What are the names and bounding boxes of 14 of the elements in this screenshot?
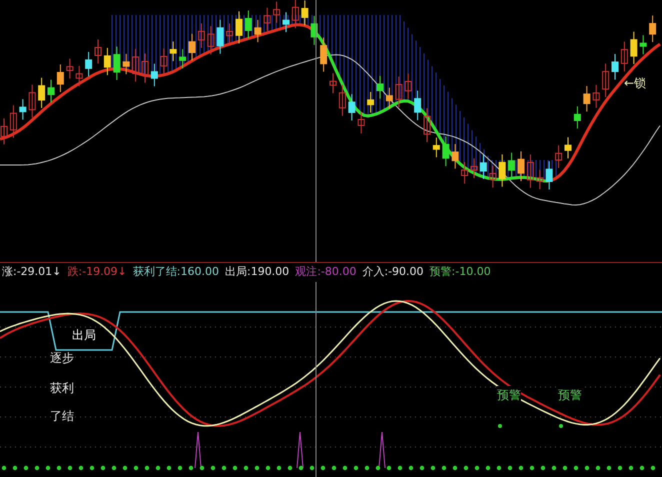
legend-entry: 涨:-29.01↓ bbox=[2, 264, 62, 280]
signal-label: 预警 bbox=[497, 386, 521, 404]
marker-label: ←锁 bbox=[624, 75, 646, 92]
zone-label: 了结 bbox=[50, 408, 74, 425]
zone-label: 逐步 bbox=[50, 350, 74, 367]
legend-entry: 跌:-19.09↓ bbox=[67, 264, 127, 280]
legend-entry: 介入:-90.00 bbox=[362, 264, 424, 280]
exit-label: 出局 bbox=[72, 327, 96, 344]
signal-label: 预警 bbox=[558, 386, 582, 404]
legend-entry: 预警:-10.00 bbox=[430, 264, 491, 280]
legend-entry: 获利了结:160.00 bbox=[132, 264, 219, 280]
legend-entry: 观注:-80.00 bbox=[295, 264, 356, 280]
zone-label: 获利 bbox=[50, 380, 74, 397]
legend-entry: 出局:190.00 bbox=[224, 264, 290, 280]
